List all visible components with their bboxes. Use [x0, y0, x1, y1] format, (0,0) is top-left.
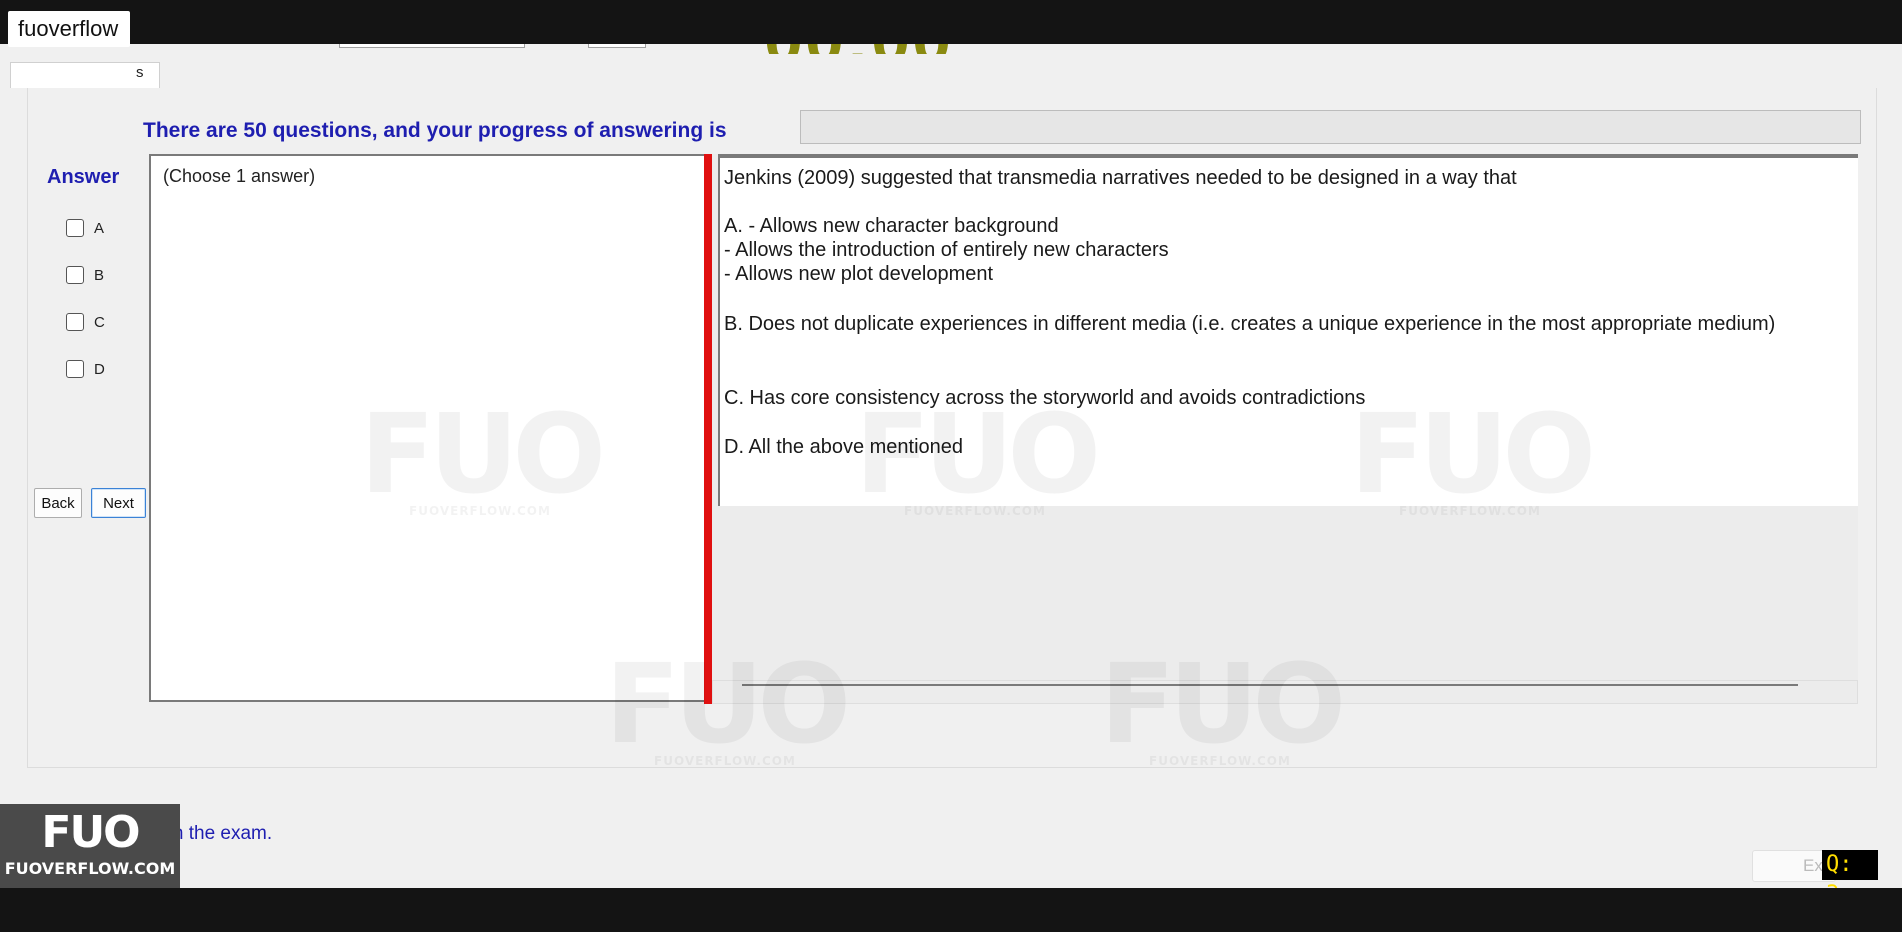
option-c-label: C [94, 313, 105, 331]
question-box: Jenkins (2009) suggested that transmedia… [718, 154, 1858, 506]
option-c[interactable]: C [66, 312, 105, 332]
bottom-letterbox [0, 888, 1902, 932]
question-frame: Jenkins (2009) suggested that transmedia… [712, 154, 1858, 704]
progress-bar [800, 110, 1861, 144]
question-stem: Jenkins (2009) suggested that transmedia… [724, 167, 1517, 189]
tab-label-fragment: s [136, 64, 144, 81]
countdown-timer: 00:00 [764, 44, 953, 54]
panel-splitter[interactable] [704, 154, 712, 704]
next-button[interactable]: Next [91, 488, 146, 518]
option-b[interactable]: B [66, 265, 104, 285]
choice-b: B. Does not duplicate experiences in dif… [724, 313, 1776, 335]
option-a[interactable]: A [66, 218, 104, 238]
option-a-checkbox[interactable] [66, 219, 84, 237]
top-spin-box[interactable] [588, 44, 646, 48]
site-logo: FUO FUOVERFLOW.COM [0, 804, 180, 888]
answer-hint: (Choose 1 answer) [163, 166, 316, 186]
option-a-label: A [94, 219, 105, 237]
choice-c: C. Has core consistency across the story… [724, 387, 1366, 409]
top-letterbox [0, 0, 1902, 44]
option-d[interactable]: D [66, 359, 105, 379]
choice-a-line-1: A. - Allows new character background [724, 215, 1059, 237]
question-number-badge: Q: 3 [1822, 850, 1878, 888]
progress-label: There are 50 questions, and your progres… [143, 119, 727, 142]
answer-text-box[interactable]: (Choose 1 answer) [149, 154, 705, 702]
answer-title: Answer [47, 166, 120, 188]
option-b-checkbox[interactable] [66, 266, 84, 284]
option-d-checkbox[interactable] [66, 360, 84, 378]
brand-tag: fuoverflow [8, 11, 131, 47]
logo-url: FUOVERFLOW.COM [4, 859, 176, 878]
top-combo-box[interactable] [339, 44, 525, 48]
choice-a-line-3: - Allows new plot development [724, 263, 994, 285]
back-button[interactable]: Back [34, 488, 82, 518]
choice-a-line-2: - Allows the introduction of entirely ne… [724, 239, 1169, 261]
question-divider [742, 684, 1798, 686]
option-c-checkbox[interactable] [66, 313, 84, 331]
option-b-label: B [94, 266, 105, 284]
option-d-label: D [94, 360, 105, 378]
exam-window: 00:00 s There are 50 questions, and your… [0, 44, 1902, 888]
logo-mark: FUO [41, 807, 140, 858]
choice-d: D. All the above mentioned [724, 436, 964, 458]
